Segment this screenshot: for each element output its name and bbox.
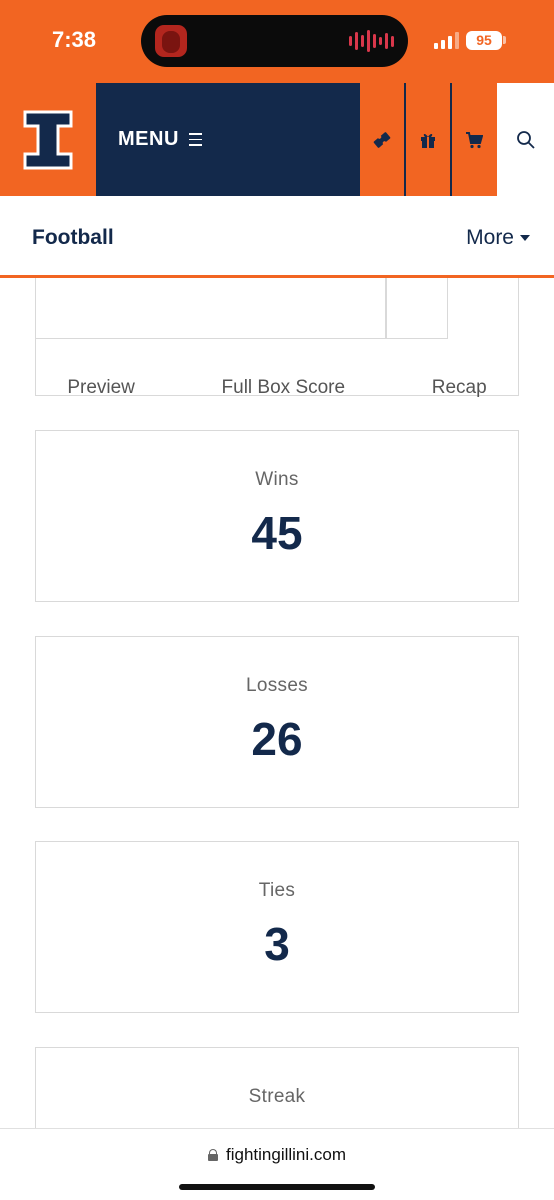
search-icon — [516, 130, 535, 149]
losses-card: Losses 26 — [35, 636, 519, 808]
stat-label: Losses — [245, 675, 308, 696]
more-label: More — [466, 226, 514, 249]
dynamic-island — [141, 15, 408, 67]
cart-icon — [466, 131, 483, 148]
stat-label: Ties — [258, 880, 296, 901]
wins-card: Wins 45 — [35, 430, 519, 602]
hamburger-icon — [188, 133, 202, 146]
tickets-button[interactable] — [358, 83, 404, 196]
site-header: MENU — [0, 83, 554, 196]
battery-icon: 95 — [466, 31, 502, 50]
now-playing-artwork — [155, 25, 187, 57]
cart-button[interactable] — [450, 83, 496, 196]
browser-address-bar[interactable]: fightingillini.com — [0, 1128, 554, 1200]
cellular-signal-icon — [434, 32, 459, 49]
menu-button[interactable]: MENU — [96, 83, 358, 196]
main-content[interactable]: Preview Full Box Score Recap Wins 45 Los… — [0, 278, 554, 1128]
ties-card: Ties 3 — [35, 841, 519, 1013]
illinois-logo[interactable] — [0, 83, 96, 196]
more-dropdown[interactable]: More — [466, 226, 530, 250]
gift-button[interactable] — [404, 83, 450, 196]
game-links: Preview Full Box Score Recap — [0, 377, 554, 399]
battery-tip — [503, 36, 506, 44]
ticket-icon — [373, 131, 391, 148]
url-display[interactable]: fightingillini.com — [0, 1145, 554, 1165]
streak-card: Streak — [35, 1047, 519, 1128]
score-table — [35, 278, 448, 339]
gift-icon — [421, 133, 435, 148]
block-i-icon — [23, 110, 73, 169]
status-time: 7:38 — [52, 27, 97, 52]
stat-value: 26 — [251, 713, 303, 765]
stat-value: 3 — [264, 918, 290, 970]
audio-waveform-icon — [349, 29, 394, 53]
sport-title[interactable]: Football — [32, 226, 114, 250]
sport-subnav: Football More — [0, 196, 554, 278]
menu-label: MENU — [118, 128, 179, 150]
search-button[interactable] — [497, 83, 554, 196]
preview-link[interactable]: Preview — [67, 377, 135, 399]
stat-value: 45 — [251, 507, 303, 559]
url-text: fightingillini.com — [226, 1145, 346, 1164]
lock-icon — [208, 1149, 218, 1161]
caret-down-icon — [520, 235, 530, 241]
stat-label: Wins — [255, 469, 299, 490]
stat-label: Streak — [248, 1086, 306, 1107]
box-score-link[interactable]: Full Box Score — [222, 377, 346, 399]
recap-link[interactable]: Recap — [432, 377, 487, 399]
home-indicator[interactable] — [179, 1184, 375, 1190]
